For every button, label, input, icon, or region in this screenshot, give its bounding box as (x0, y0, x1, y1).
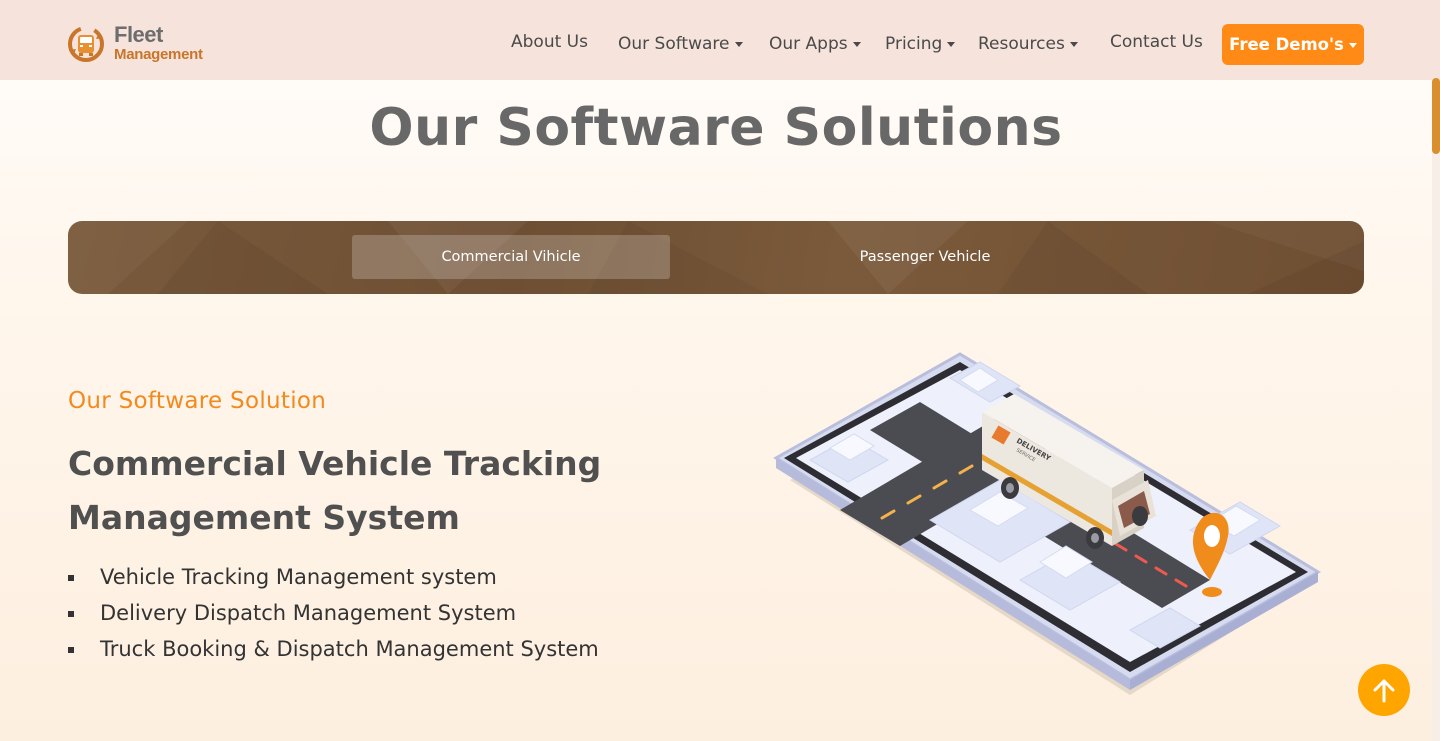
main-nav: About Us Our Software Our Apps Pricing R… (0, 0, 1440, 80)
section-eyebrow: Our Software Solution (68, 388, 327, 414)
phone-delivery-truck-map-illustration: DELIVERY SERVICE (773, 352, 1321, 695)
tab-commercial-vehicle[interactable]: Commercial Vihicle (352, 235, 670, 279)
feature-list: Vehicle Tracking Management system Deliv… (68, 560, 599, 668)
list-item: Vehicle Tracking Management system (68, 560, 599, 596)
tab-label: Passenger Vehicle (859, 249, 991, 265)
nav-pricing[interactable]: Pricing (885, 34, 956, 54)
page-title: Our Software Solutions (369, 98, 1063, 158)
tab-label: Commercial Vihicle (441, 249, 581, 265)
scrollbar-thumb[interactable] (1432, 78, 1440, 154)
nav-label: Resources (978, 34, 1065, 54)
section-headline: Commercial Vehicle Tracking Management S… (68, 444, 602, 537)
chevron-down-icon (1348, 42, 1357, 48)
chevron-down-icon (734, 42, 743, 47)
tab-bar-background-pattern (68, 221, 1364, 294)
chevron-down-icon (1069, 42, 1078, 47)
free-demo-button[interactable]: Free Demo's (1222, 24, 1364, 65)
back-to-top-button[interactable] (1358, 664, 1410, 716)
vehicle-type-tabs: Commercial Vihicle Passenger Vehicle (68, 221, 1364, 294)
list-item: Delivery Dispatch Management System (68, 596, 599, 632)
scrollbar-track[interactable] (1432, 80, 1440, 741)
nav-label: About Us (511, 32, 588, 52)
list-item: Truck Booking & Dispatch Management Syst… (68, 632, 599, 668)
nav-contact-us[interactable]: Contact Us (1110, 32, 1203, 52)
nav-resources[interactable]: Resources (978, 34, 1078, 54)
nav-our-software[interactable]: Our Software (618, 34, 743, 54)
nav-label: Our Software (618, 34, 730, 54)
nav-label: Our Apps (769, 34, 848, 54)
chevron-down-icon (852, 42, 861, 47)
nav-label: Contact Us (1110, 32, 1203, 52)
arrow-up-icon (1373, 679, 1395, 703)
nav-about-us[interactable]: About Us (511, 32, 588, 52)
nav-label: Pricing (885, 34, 943, 54)
free-demo-label: Free Demo's (1229, 35, 1344, 54)
chevron-down-icon (947, 42, 956, 47)
nav-our-apps[interactable]: Our Apps (769, 34, 861, 54)
tab-passenger-vehicle[interactable]: Passenger Vehicle (768, 235, 1082, 279)
site-header: Fleet Management About Us Our Software O… (0, 0, 1440, 80)
